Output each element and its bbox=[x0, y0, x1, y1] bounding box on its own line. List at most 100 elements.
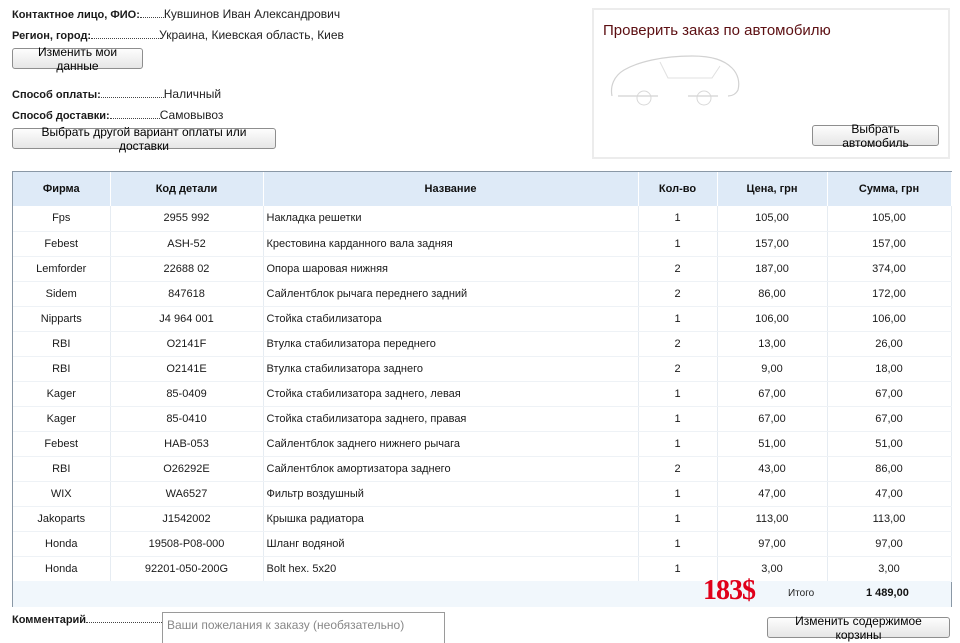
cell-part-code: J4 964 001 bbox=[110, 306, 264, 332]
table-row: RBI O2141E Втулка стабилизатора заднего 2 9,… bbox=[13, 356, 952, 382]
col-header-part-code: Код детали bbox=[110, 172, 264, 206]
cell-price: 187,00 bbox=[717, 256, 828, 282]
cell-price: 105,00 bbox=[717, 206, 828, 232]
table-row: Kager 85-0410 Стойка стабилизатора заднего… bbox=[13, 406, 952, 432]
usd-total-annotation: 183$ bbox=[703, 575, 756, 606]
cell-name: Сайлентблок амортизатора заднего bbox=[263, 456, 639, 482]
cell-qty: 2 bbox=[638, 456, 718, 482]
cell-name: Фильтр воздушный bbox=[263, 481, 639, 507]
cell-sum: 113,00 bbox=[827, 506, 952, 532]
cell-sum: 374,00 bbox=[827, 256, 952, 282]
cell-qty: 1 bbox=[638, 506, 718, 532]
table-row: Honda 19508-P08-000 Шланг водяной 1 97,00 97,… bbox=[13, 531, 952, 557]
cell-part-code: O26292E bbox=[110, 456, 264, 482]
order-table: Фирма Код детали Название Кол-во Цена, г… bbox=[12, 171, 952, 607]
cell-name: Накладка решетки bbox=[263, 206, 639, 232]
total-label: Итого bbox=[788, 588, 815, 599]
payment-value: Наличный bbox=[163, 87, 222, 101]
cell-price: 47,00 bbox=[717, 481, 828, 507]
cell-sum: 67,00 bbox=[827, 381, 952, 407]
cell-part-code: 22688 02 bbox=[110, 256, 264, 282]
cell-name: Стойка стабилизатора bbox=[263, 306, 639, 332]
cell-name: Втулка стабилизатора заднего bbox=[263, 356, 639, 382]
cell-sum: 26,00 bbox=[827, 331, 952, 357]
cell-price: 43,00 bbox=[717, 456, 828, 482]
cell-price: 157,00 bbox=[717, 231, 828, 257]
delivery-label: Способ доставки: bbox=[12, 110, 110, 122]
cell-part-code: J1542002 bbox=[110, 506, 264, 532]
dotted-leader bbox=[91, 30, 160, 39]
cell-qty: 1 bbox=[638, 206, 718, 232]
table-row: RBI O2141F Втулка стабилизатора переднего 2… bbox=[13, 331, 952, 357]
cell-firm: Jakoparts bbox=[13, 506, 111, 532]
delivery-method-row: Способ доставки: Самовывоз bbox=[12, 108, 223, 122]
cell-firm: Febest bbox=[13, 231, 111, 257]
dotted-leader bbox=[139, 9, 164, 18]
table-row: Lemforder 22688 02 Опора шаровая нижняя 2 18… bbox=[13, 256, 952, 282]
payment-method-row: Способ оплаты: Наличный bbox=[12, 87, 221, 101]
table-row: Honda 92201-050-200G Bolt hex. 5x20 1 3,00 3,… bbox=[13, 556, 952, 582]
cell-firm: RBI bbox=[13, 456, 111, 482]
cell-sum: 106,00 bbox=[827, 306, 952, 332]
cell-qty: 1 bbox=[638, 481, 718, 507]
cell-part-code: 847618 bbox=[110, 281, 264, 307]
cell-name: Bolt hex. 5x20 bbox=[263, 556, 639, 582]
cell-qty: 2 bbox=[638, 356, 718, 382]
cell-qty: 2 bbox=[638, 331, 718, 357]
table-row: Febest HAB-053 Сайлентблок заднего нижнего… bbox=[13, 431, 952, 457]
car-panel-title: Проверить заказ по автомобилю bbox=[603, 22, 831, 39]
cell-firm: Nipparts bbox=[13, 306, 111, 332]
cell-price: 86,00 bbox=[717, 281, 828, 307]
edit-my-data-button[interactable]: Изменить мои данные bbox=[12, 45, 143, 73]
cell-part-code: 19508-P08-000 bbox=[110, 531, 264, 557]
cell-price: 97,00 bbox=[717, 531, 828, 557]
table-row: RBI O26292E Сайлентблок амортизатора задне… bbox=[13, 456, 952, 482]
dotted-leader bbox=[86, 614, 165, 623]
cell-price: 67,00 bbox=[717, 381, 828, 407]
cell-sum: 172,00 bbox=[827, 281, 952, 307]
cell-part-code: WA6527 bbox=[110, 481, 264, 507]
cell-sum: 157,00 bbox=[827, 231, 952, 257]
contact-region-row: Регион, город: Украина, Киевская область… bbox=[12, 28, 344, 42]
edit-cart-button[interactable]: Изменить содержимое корзины bbox=[767, 614, 950, 642]
col-header-firm: Фирма bbox=[13, 172, 111, 206]
change-payment-delivery-button[interactable]: Выбрать другой вариант оплаты или достав… bbox=[12, 125, 276, 153]
cell-sum: 97,00 bbox=[827, 531, 952, 557]
cell-qty: 1 bbox=[638, 431, 718, 457]
cell-sum: 3,00 bbox=[827, 556, 952, 582]
col-header-qty: Кол-во bbox=[638, 172, 718, 206]
table-row: Sidem 847618 Сайлентблок рычага переднего … bbox=[13, 281, 952, 307]
cell-name: Стойка стабилизатора заднего, левая bbox=[263, 381, 639, 407]
region-label: Регион, город: bbox=[12, 30, 92, 42]
cell-firm: Fps bbox=[13, 206, 111, 232]
cell-firm: Sidem bbox=[13, 281, 111, 307]
table-row: Febest ASH-52 Крестовина карданного вала з… bbox=[13, 231, 952, 257]
dotted-leader bbox=[100, 89, 164, 98]
cell-price: 106,00 bbox=[717, 306, 828, 332]
cell-firm: Lemforder bbox=[13, 256, 111, 282]
cell-part-code: 92201-050-200G bbox=[110, 556, 264, 582]
cell-price: 51,00 bbox=[717, 431, 828, 457]
cell-name: Крестовина карданного вала задняя bbox=[263, 231, 639, 257]
cell-firm: Kager bbox=[13, 406, 111, 432]
total-value: 1 489,00 bbox=[866, 587, 909, 599]
select-car-button[interactable]: Выбрать автомобиль bbox=[812, 122, 939, 150]
cell-sum: 86,00 bbox=[827, 456, 952, 482]
cell-firm: RBI bbox=[13, 331, 111, 357]
comment-textarea[interactable]: Ваши пожелания к заказу (необязательно) bbox=[162, 612, 445, 643]
cell-part-code: O2141E bbox=[110, 356, 264, 382]
fio-value: Кувшинов Иван Александрович bbox=[163, 7, 341, 21]
col-header-sum: Сумма, грн bbox=[827, 172, 952, 206]
cell-part-code: 85-0409 bbox=[110, 381, 264, 407]
cell-qty: 2 bbox=[638, 281, 718, 307]
cell-name: Сайлентблок заднего нижнего рычага bbox=[263, 431, 639, 457]
cell-firm: Kager bbox=[13, 381, 111, 407]
cell-sum: 18,00 bbox=[827, 356, 952, 382]
table-header-row: Фирма Код детали Название Кол-во Цена, г… bbox=[13, 172, 952, 206]
comment-label: Комментарий bbox=[12, 614, 87, 626]
region-value: Украина, Киевская область, Киев bbox=[159, 28, 344, 42]
cell-qty: 1 bbox=[638, 231, 718, 257]
col-header-name: Название bbox=[263, 172, 639, 206]
cell-qty: 2 bbox=[638, 256, 718, 282]
cell-firm: WIX bbox=[13, 481, 111, 507]
